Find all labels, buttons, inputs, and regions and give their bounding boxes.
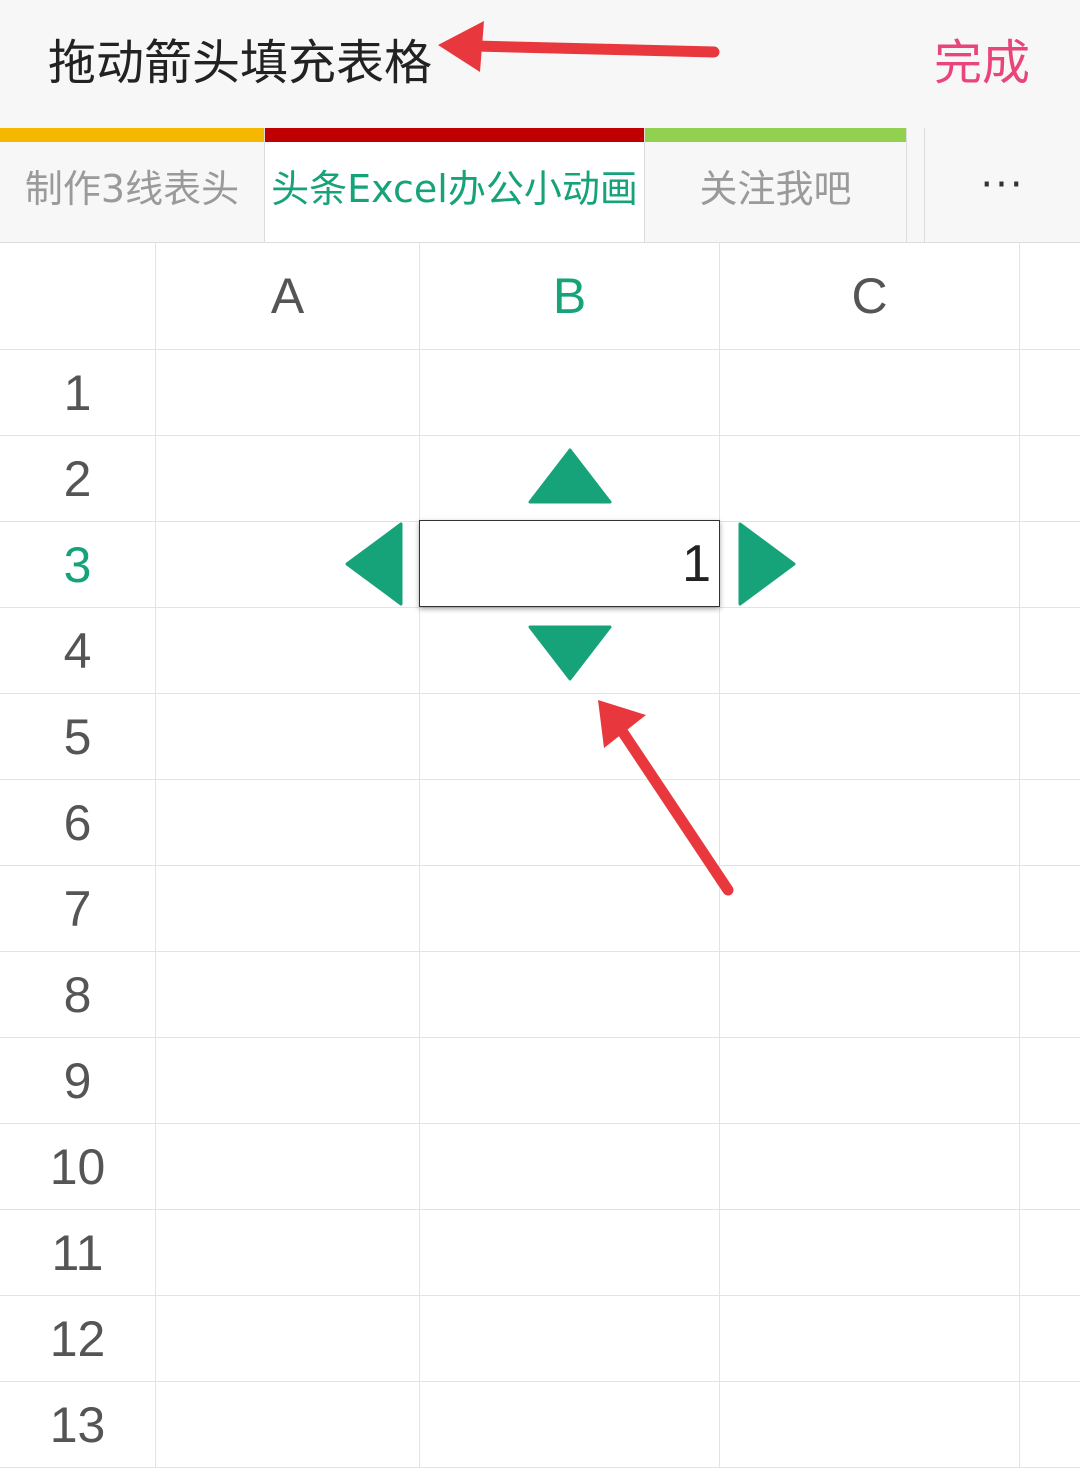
cell-d3[interactable] [1020,522,1080,608]
row-header-13[interactable]: 13 [0,1382,156,1468]
cell-d5[interactable] [1020,694,1080,780]
tab-label: 关注我吧 [699,166,852,211]
cell-b7[interactable] [420,866,720,952]
tab-label: 头条Excel办公小动画 [271,166,638,211]
cell-c12[interactable] [720,1296,1020,1382]
cell-c5[interactable] [720,694,1020,780]
row-header-10[interactable]: 10 [0,1124,156,1210]
cell-a11[interactable] [156,1210,420,1296]
cell-b9[interactable] [420,1038,720,1124]
row-header-6[interactable]: 6 [0,780,156,866]
row-header-12[interactable]: 12 [0,1296,156,1382]
cell-d8[interactable] [1020,952,1080,1038]
tab-color-bar [265,128,644,142]
column-header-c[interactable]: C [720,242,1020,350]
tab-sheet-2[interactable]: 头条Excel办公小动画 [265,128,645,242]
cell-a4[interactable] [156,608,420,694]
cell-c10[interactable] [720,1124,1020,1210]
cell-d10[interactable] [1020,1124,1080,1210]
cell-a2[interactable] [156,436,420,522]
fill-down-arrow-icon[interactable] [528,625,612,681]
page-title: 拖动箭头填充表格 [48,35,433,91]
cell-d13[interactable] [1020,1382,1080,1468]
cell-a8[interactable] [156,952,420,1038]
done-button[interactable]: 完成 [934,28,1030,98]
cell-b6[interactable] [420,780,720,866]
row-header-2[interactable]: 2 [0,436,156,522]
cell-a13[interactable] [156,1382,420,1468]
fill-right-arrow-icon[interactable] [738,522,796,606]
cell-a1[interactable] [156,350,420,436]
cell-d6[interactable] [1020,780,1080,866]
cell-b12[interactable] [420,1296,720,1382]
cell-c4[interactable] [720,608,1020,694]
cell-c2[interactable] [720,436,1020,522]
tab-color-bar [0,128,264,142]
row-header-8[interactable]: 8 [0,952,156,1038]
cell-d4[interactable] [1020,608,1080,694]
tab-color-bar [645,128,906,142]
cell-b13[interactable] [420,1382,720,1468]
cell-a7[interactable] [156,866,420,952]
sheet-tabs: 制作3线表头 头条Excel办公小动画 关注我吧 ··· [0,128,1080,243]
row-header-3[interactable]: 3 [0,522,156,608]
cell-b10[interactable] [420,1124,720,1210]
cell-c7[interactable] [720,866,1020,952]
cell-d7[interactable] [1020,866,1080,952]
row-header-7[interactable]: 7 [0,866,156,952]
cell-d2[interactable] [1020,436,1080,522]
fill-left-arrow-icon[interactable] [345,522,403,606]
fill-up-arrow-icon[interactable] [528,448,612,504]
cell-d1[interactable] [1020,350,1080,436]
column-header-b[interactable]: B [420,242,720,350]
cell-d9[interactable] [1020,1038,1080,1124]
cell-d11[interactable] [1020,1210,1080,1296]
spreadsheet-grid: A B C 1 2 3 4 5 6 7 8 9 10 11 12 13 [0,242,1080,1468]
cell-a6[interactable] [156,780,420,866]
cell-c1[interactable] [720,350,1020,436]
column-header-d[interactable] [1020,242,1080,350]
selected-cell-b3[interactable]: 1 [419,520,720,607]
cell-c6[interactable] [720,780,1020,866]
select-all-corner[interactable] [0,242,156,350]
tab-sheet-3[interactable]: 关注我吧 [645,128,907,242]
column-header-a[interactable]: A [156,242,420,350]
cell-a12[interactable] [156,1296,420,1382]
row-header-4[interactable]: 4 [0,608,156,694]
cell-b5[interactable] [420,694,720,780]
title-bar: 拖动箭头填充表格 完成 [0,0,1080,128]
cell-b8[interactable] [420,952,720,1038]
cell-c9[interactable] [720,1038,1020,1124]
cell-d12[interactable] [1020,1296,1080,1382]
row-header-11[interactable]: 11 [0,1210,156,1296]
row-header-9[interactable]: 9 [0,1038,156,1124]
more-tabs-button[interactable]: ··· [924,128,1080,242]
tab-label: 制作3线表头 [24,166,240,211]
cell-a9[interactable] [156,1038,420,1124]
row-header-1[interactable]: 1 [0,350,156,436]
cell-c13[interactable] [720,1382,1020,1468]
tab-sheet-1[interactable]: 制作3线表头 [0,128,265,242]
cell-c8[interactable] [720,952,1020,1038]
cell-a10[interactable] [156,1124,420,1210]
cell-c11[interactable] [720,1210,1020,1296]
cell-b1[interactable] [420,350,720,436]
row-header-5[interactable]: 5 [0,694,156,780]
cell-b11[interactable] [420,1210,720,1296]
cell-a5[interactable] [156,694,420,780]
